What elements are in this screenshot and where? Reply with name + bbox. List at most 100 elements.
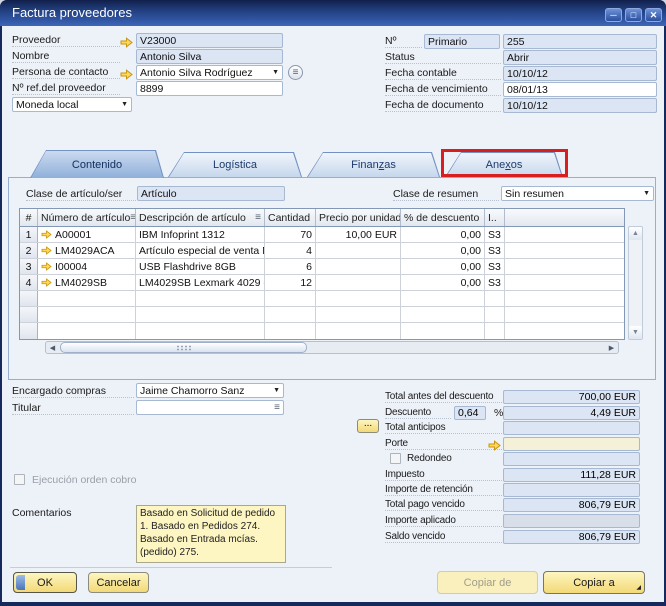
col-header-descuento[interactable]: % de descuento: [401, 209, 485, 226]
retencion-field[interactable]: [503, 483, 640, 497]
copy-from-button[interactable]: Copiar de: [437, 571, 538, 594]
moneda-select[interactable]: Moneda local▼: [12, 97, 132, 112]
ref-proveedor-field[interactable]: 8899: [136, 81, 283, 96]
table-header-row: # Número de artículo≡ Descripción de art…: [20, 209, 624, 227]
link-arrow-icon[interactable]: [41, 246, 52, 255]
minimize-button[interactable]: ─: [605, 8, 622, 22]
total-pago-field[interactable]: 806,79 EUR: [503, 498, 640, 512]
col-header-precio[interactable]: Precio por unidad: [316, 209, 401, 226]
redondeo-field[interactable]: [503, 452, 640, 466]
fecha-documento-label: Fecha de documento: [385, 99, 501, 112]
anticipos-browse-button[interactable]: ...: [357, 419, 379, 433]
impuesto-field[interactable]: 111,28 EUR: [503, 468, 640, 482]
col-header-impuesto[interactable]: I..: [485, 209, 505, 226]
saldo-field[interactable]: 806,79 EUR: [503, 530, 640, 544]
col-header-cantidad[interactable]: Cantidad: [265, 209, 316, 226]
total-antes-field[interactable]: 700,00 EUR: [503, 390, 640, 404]
anticipos-field[interactable]: [503, 421, 640, 435]
scroll-left-button[interactable]: ◀: [46, 342, 59, 353]
col-header-articulo[interactable]: Número de artículo≡: [38, 209, 136, 226]
scroll-down-button[interactable]: ▼: [629, 326, 642, 339]
comentarios-textarea[interactable]: Basado en Solicitud de pedido 1. Basado …: [136, 505, 286, 563]
link-arrow-icon[interactable]: [41, 278, 52, 287]
descuento-field[interactable]: 4,49 EUR: [503, 406, 640, 420]
encargado-label: Encargado compras: [12, 385, 134, 398]
minimize-icon: ─: [610, 11, 616, 20]
table-row-empty[interactable]: [20, 291, 624, 307]
porte-field[interactable]: [503, 437, 640, 451]
total-pago-label: Total pago vencido: [385, 499, 502, 511]
titular-field[interactable]: ≡: [136, 400, 284, 415]
retencion-row: Importe de retención: [385, 483, 642, 498]
ejecucion-label: Ejecución orden cobro: [32, 474, 136, 487]
table-row-empty[interactable]: [20, 307, 624, 323]
link-arrow-icon[interactable]: [41, 230, 52, 239]
saldo-row: Saldo vencido 806,79 EUR: [385, 530, 642, 545]
encargado-select[interactable]: Jaime Chamorro Sanz▼: [136, 383, 284, 398]
link-arrow-icon[interactable]: [488, 438, 501, 449]
clase-articulo-field[interactable]: Artículo: [137, 186, 285, 201]
persona-contacto-select[interactable]: Antonio Silva Rodríguez▼: [136, 65, 283, 80]
scroll-right-icon: ▶: [609, 344, 614, 352]
table-row-empty[interactable]: [20, 323, 624, 339]
impuesto-label: Impuesto: [385, 469, 502, 481]
annotation-highlight-anexos: [441, 149, 568, 177]
proveedor-field[interactable]: V23000: [136, 33, 283, 48]
titlebar[interactable]: Factura proveedores ─ □ ✕: [0, 0, 666, 26]
link-arrow-icon[interactable]: [41, 262, 52, 271]
total-antes-row: Total antes del descuento 700,00 EUR: [385, 390, 642, 405]
link-arrow-icon[interactable]: [120, 67, 133, 78]
descuento-rate-field[interactable]: 0,64: [454, 406, 486, 420]
tab-logistica[interactable]: Logística: [168, 152, 302, 177]
numero-serie-field[interactable]: Primario: [424, 34, 500, 49]
persona-contacto-list-button[interactable]: ≡: [288, 65, 303, 80]
clase-articulo-label: Clase de artículo/ser: [26, 188, 136, 201]
tab-finanzas[interactable]: Finanzas: [307, 152, 440, 177]
copy-to-button[interactable]: Copiar a ◢: [543, 571, 645, 594]
impuesto-row: Impuesto 111,28 EUR: [385, 468, 642, 483]
col-header-num[interactable]: #: [20, 209, 38, 226]
scrollbar-thumb[interactable]: [60, 342, 307, 353]
table-horizontal-scrollbar[interactable]: ◀ ▶: [45, 341, 619, 354]
ok-button[interactable]: OK: [13, 572, 77, 593]
status-field[interactable]: Abrir: [503, 50, 657, 65]
close-button[interactable]: ✕: [645, 8, 662, 22]
close-icon: ✕: [650, 11, 658, 20]
maximize-button[interactable]: □: [625, 8, 642, 22]
table-row[interactable]: 2 LM4029ACA Artículo especial de venta M…: [20, 243, 624, 259]
numero-field[interactable]: 255: [503, 34, 657, 49]
anticipos-label: Total anticipos: [385, 422, 502, 434]
fecha-vencimiento-label: Fecha de vencimiento: [385, 83, 501, 96]
descuento-label: Descuento: [385, 407, 451, 419]
table-vertical-scrollbar[interactable]: ▲ ▼: [628, 226, 643, 340]
redondeo-row: Redondeo: [385, 452, 642, 467]
window-title: Factura proveedores: [12, 5, 132, 20]
porte-row: Porte: [385, 437, 642, 452]
clase-resumen-select[interactable]: Sin resumen▼: [501, 186, 654, 201]
table-row[interactable]: 1 A00001 IBM Infoprint 1312 70 10,00 EUR…: [20, 227, 624, 243]
status-label: Status: [385, 51, 501, 64]
total-antes-label: Total antes del descuento: [385, 391, 502, 403]
factura-proveedores-window: Factura proveedores ─ □ ✕ Proveedor V230…: [0, 0, 666, 606]
tab-contenido[interactable]: Contenido: [30, 150, 164, 178]
items-table: # Número de artículo≡ Descripción de art…: [19, 208, 625, 340]
nombre-field[interactable]: Antonio Silva: [136, 49, 283, 64]
saldo-label: Saldo vencido: [385, 531, 502, 543]
link-arrow-icon[interactable]: [120, 35, 133, 46]
fecha-documento-field[interactable]: 10/10/12: [503, 98, 657, 113]
scroll-left-icon: ◀: [50, 344, 55, 352]
ejecucion-checkbox[interactable]: [14, 474, 25, 485]
cancel-button[interactable]: Cancelar: [88, 572, 149, 593]
table-row[interactable]: 4 LM4029SB LM4029SB Lexmark 4029 - Placa…: [20, 275, 624, 291]
chevron-down-icon: ▼: [273, 387, 280, 394]
scroll-up-button[interactable]: ▲: [629, 227, 642, 240]
scroll-right-button[interactable]: ▶: [605, 342, 618, 353]
fecha-contable-field[interactable]: 10/10/12: [503, 66, 657, 81]
col-header-descripcion[interactable]: Descripción de artículo≡: [136, 209, 265, 226]
importe-aplicado-field[interactable]: [503, 514, 640, 528]
fecha-vencimiento-field[interactable]: 08/01/13: [503, 82, 657, 97]
burger-icon[interactable]: ≡: [255, 213, 261, 223]
redondeo-checkbox[interactable]: [390, 453, 401, 464]
persona-contacto-label: Persona de contacto: [12, 66, 120, 79]
table-row[interactable]: 3 I00004 USB Flashdrive 8GB 6 0,00 S3: [20, 259, 624, 275]
